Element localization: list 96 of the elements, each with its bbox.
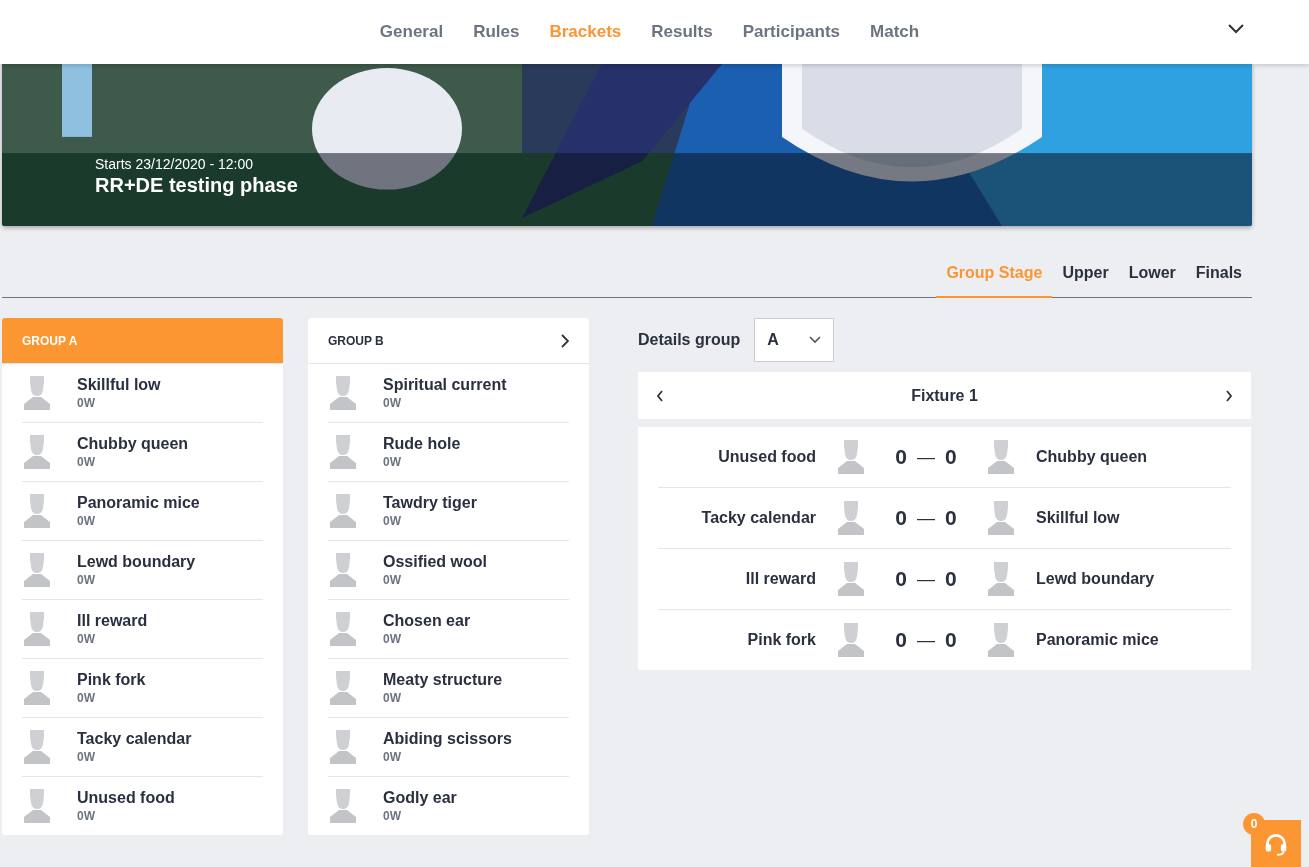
avatar-icon (986, 559, 1016, 599)
avatar-icon (328, 550, 358, 590)
player-name: Skillful low (77, 376, 161, 394)
avatar-icon (22, 550, 52, 590)
player-record: 0W (383, 514, 402, 528)
chevron-down-icon[interactable] (1228, 24, 1244, 34)
nav-tab[interactable]: Match (870, 22, 920, 42)
avatar-icon (22, 727, 52, 767)
avatar-icon (836, 498, 866, 538)
player-record: 0W (77, 809, 96, 823)
player-record: 0W (383, 573, 402, 587)
player-name: Spiritual current (383, 376, 507, 394)
group-select[interactable]: A (754, 318, 835, 362)
stage-tab[interactable]: Finals (1185, 254, 1252, 297)
avatar-icon (22, 786, 52, 826)
player-name: Ill reward (77, 612, 148, 630)
avatar-icon (986, 620, 1016, 660)
fixture-title: Fixture 1 (911, 386, 978, 405)
nav-tab[interactable]: Participants (742, 22, 840, 42)
score: 0 (945, 445, 957, 469)
player-record: 0W (383, 396, 402, 410)
team-name: Lewd boundary (1036, 570, 1156, 588)
team-name: Ill reward (744, 570, 816, 588)
player-name: Lewd boundary (77, 553, 196, 571)
score: 0 (945, 628, 957, 652)
player-record: 0W (77, 396, 96, 410)
team-name: Skillful low (1036, 509, 1121, 527)
player-name: Rude hole (383, 435, 461, 453)
avatar-icon (836, 437, 866, 477)
stage-tab[interactable]: Lower (1118, 254, 1186, 297)
avatar-icon (22, 373, 52, 413)
avatar-icon (328, 786, 358, 826)
player-name: Ossified wool (383, 553, 487, 571)
player-record: 0W (383, 632, 402, 646)
details-group-label: Details group (638, 331, 741, 349)
player-record: 0W (77, 750, 96, 764)
team-name: Unused food (717, 448, 816, 466)
player-record: 0W (77, 514, 96, 528)
avatar-icon (22, 432, 52, 472)
player-name: Tawdry tiger (383, 494, 477, 512)
player-name: Godly ear (383, 789, 457, 807)
notification-badge: 0 (1243, 813, 1265, 835)
start-date: Starts 23/12/2020 - 12:00 (95, 156, 254, 172)
nav-tab[interactable]: General (379, 22, 444, 42)
score: 0 (895, 628, 907, 652)
team-name: Pink fork (746, 631, 816, 649)
score: 0 (895, 567, 907, 591)
player-record: 0W (77, 455, 96, 469)
avatar-icon (328, 668, 358, 708)
score: 0 (945, 506, 957, 530)
score-separator: — (917, 568, 935, 590)
player-record: 0W (77, 632, 96, 646)
player-name: Meaty structure (383, 671, 503, 689)
stage-tab[interactable]: Upper (1052, 254, 1119, 297)
player-record: 0W (383, 691, 402, 705)
avatar-icon (22, 668, 52, 708)
player-name: Abiding scissors (383, 730, 512, 748)
avatar-icon (328, 609, 358, 649)
score: 0 (895, 445, 907, 469)
chevron-down-icon (809, 336, 822, 344)
score-separator: — (917, 507, 935, 529)
score: 0 (945, 567, 957, 591)
player-name: Chubby queen (77, 435, 189, 453)
group-header[interactable]: GROUP B (308, 318, 589, 364)
player-record: 0W (383, 750, 402, 764)
player-name: Panoramic mice (77, 494, 200, 512)
nav-tab[interactable]: Rules (473, 22, 520, 42)
avatar-icon (328, 491, 358, 531)
player-name: Tacky calendar (77, 730, 192, 748)
score: 0 (895, 506, 907, 530)
avatar-icon (986, 437, 1016, 477)
team-name: Tacky calendar (700, 509, 816, 527)
player-record: 0W (77, 573, 96, 587)
nav-tab[interactable]: Results (651, 22, 713, 42)
team-name: Panoramic mice (1036, 631, 1160, 649)
chevron-right-icon[interactable] (1225, 389, 1233, 402)
player-record: 0W (383, 455, 402, 469)
avatar-icon (22, 609, 52, 649)
tournament-title: RR+DE testing phase (95, 174, 298, 197)
avatar-icon (328, 373, 358, 413)
avatar-icon (836, 559, 866, 599)
chevron-left-icon[interactable] (656, 389, 664, 402)
player-name: Unused food (77, 789, 175, 807)
player-name: Chosen ear (383, 612, 471, 630)
player-record: 0W (77, 691, 96, 705)
score-separator: — (917, 629, 935, 651)
avatar-icon (328, 432, 358, 472)
avatar-icon (836, 620, 866, 660)
player-record: 0W (383, 809, 402, 823)
player-name: Pink fork (77, 671, 146, 689)
avatar-icon (22, 491, 52, 531)
team-name: Chubby queen (1036, 448, 1149, 466)
avatar-icon (986, 498, 1016, 538)
score-separator: — (917, 446, 935, 468)
chevron-right-icon (561, 333, 569, 348)
avatar-icon (328, 727, 358, 767)
